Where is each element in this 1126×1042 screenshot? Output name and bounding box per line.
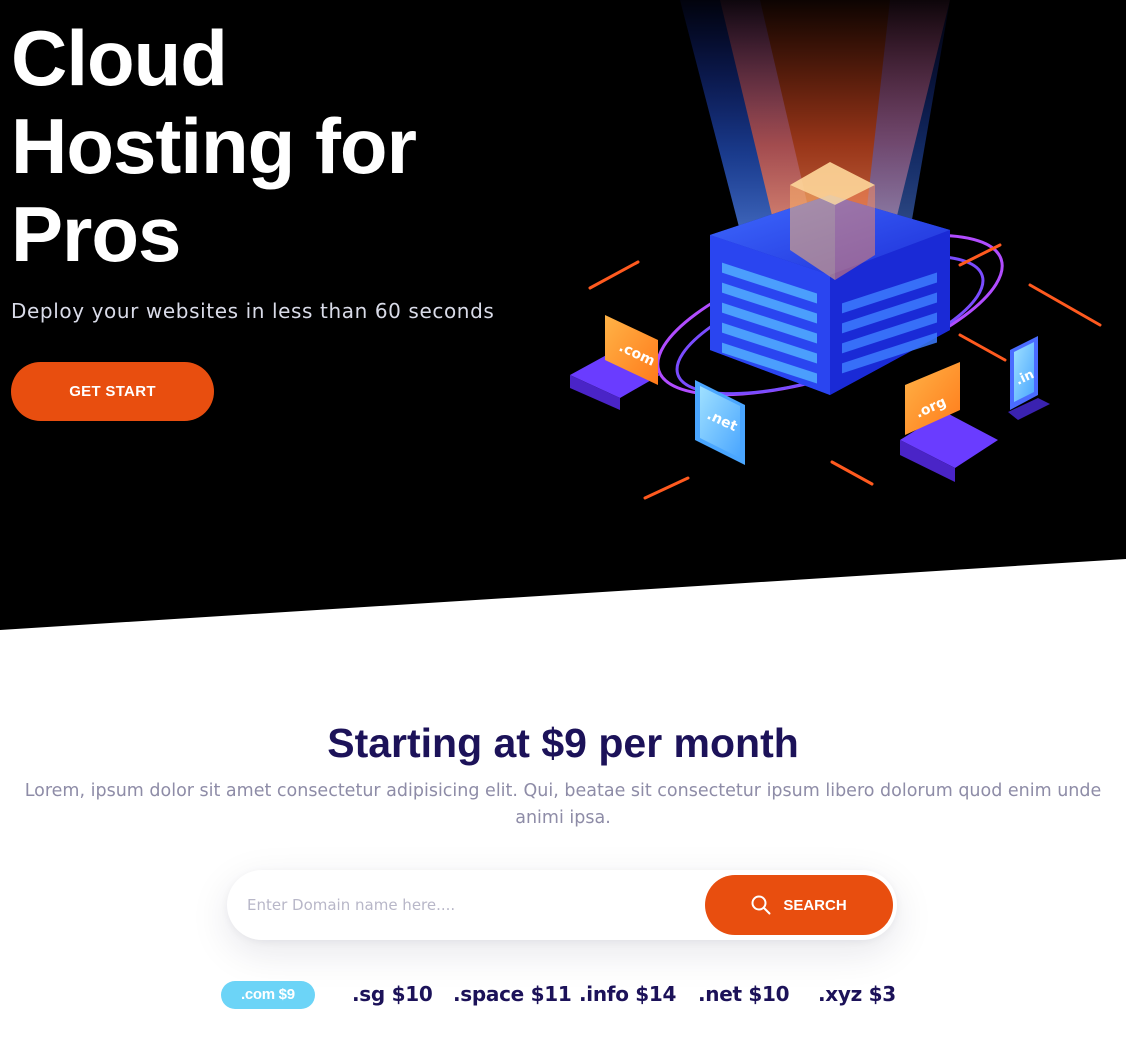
hero-subtitle: Deploy your websites in less than 60 sec… [11,299,495,323]
tld-info[interactable]: .info $14 [579,978,676,1010]
hero-title-line-2: Hosting for [11,102,417,190]
search-icon [751,895,771,915]
pricing-title: Starting at $9 per month [327,720,799,766]
tld-net[interactable]: .net $10 [698,978,790,1010]
domain-search-bar: SEARCH [227,870,897,940]
hero-section: Cloud Hosting for Pros Deploy your websi… [0,0,1126,630]
search-button[interactable]: SEARCH [705,875,893,935]
hero-title-line-3: Pros [11,190,181,278]
tld-xyz[interactable]: .xyz $3 [818,978,896,1010]
domain-search-input[interactable] [247,870,697,940]
tld-space[interactable]: .space $11 [453,978,572,1010]
hero-title-line-1: Cloud [11,14,228,102]
pricing-description: Lorem, ipsum dolor sit amet consectetur … [24,781,1102,828]
tld-price-list: .com $9 .sg $10 .space $11 .info $14 .ne… [0,978,1126,1014]
search-button-label: SEARCH [783,896,847,914]
server-illustration: .com .net .org .in [570,0,1102,500]
hero-title: Cloud Hosting for Pros [11,14,531,278]
tld-sg[interactable]: .sg $10 [352,978,433,1010]
get-start-button[interactable]: GET START [11,362,214,421]
tld-com[interactable]: .com $9 [221,981,315,1009]
